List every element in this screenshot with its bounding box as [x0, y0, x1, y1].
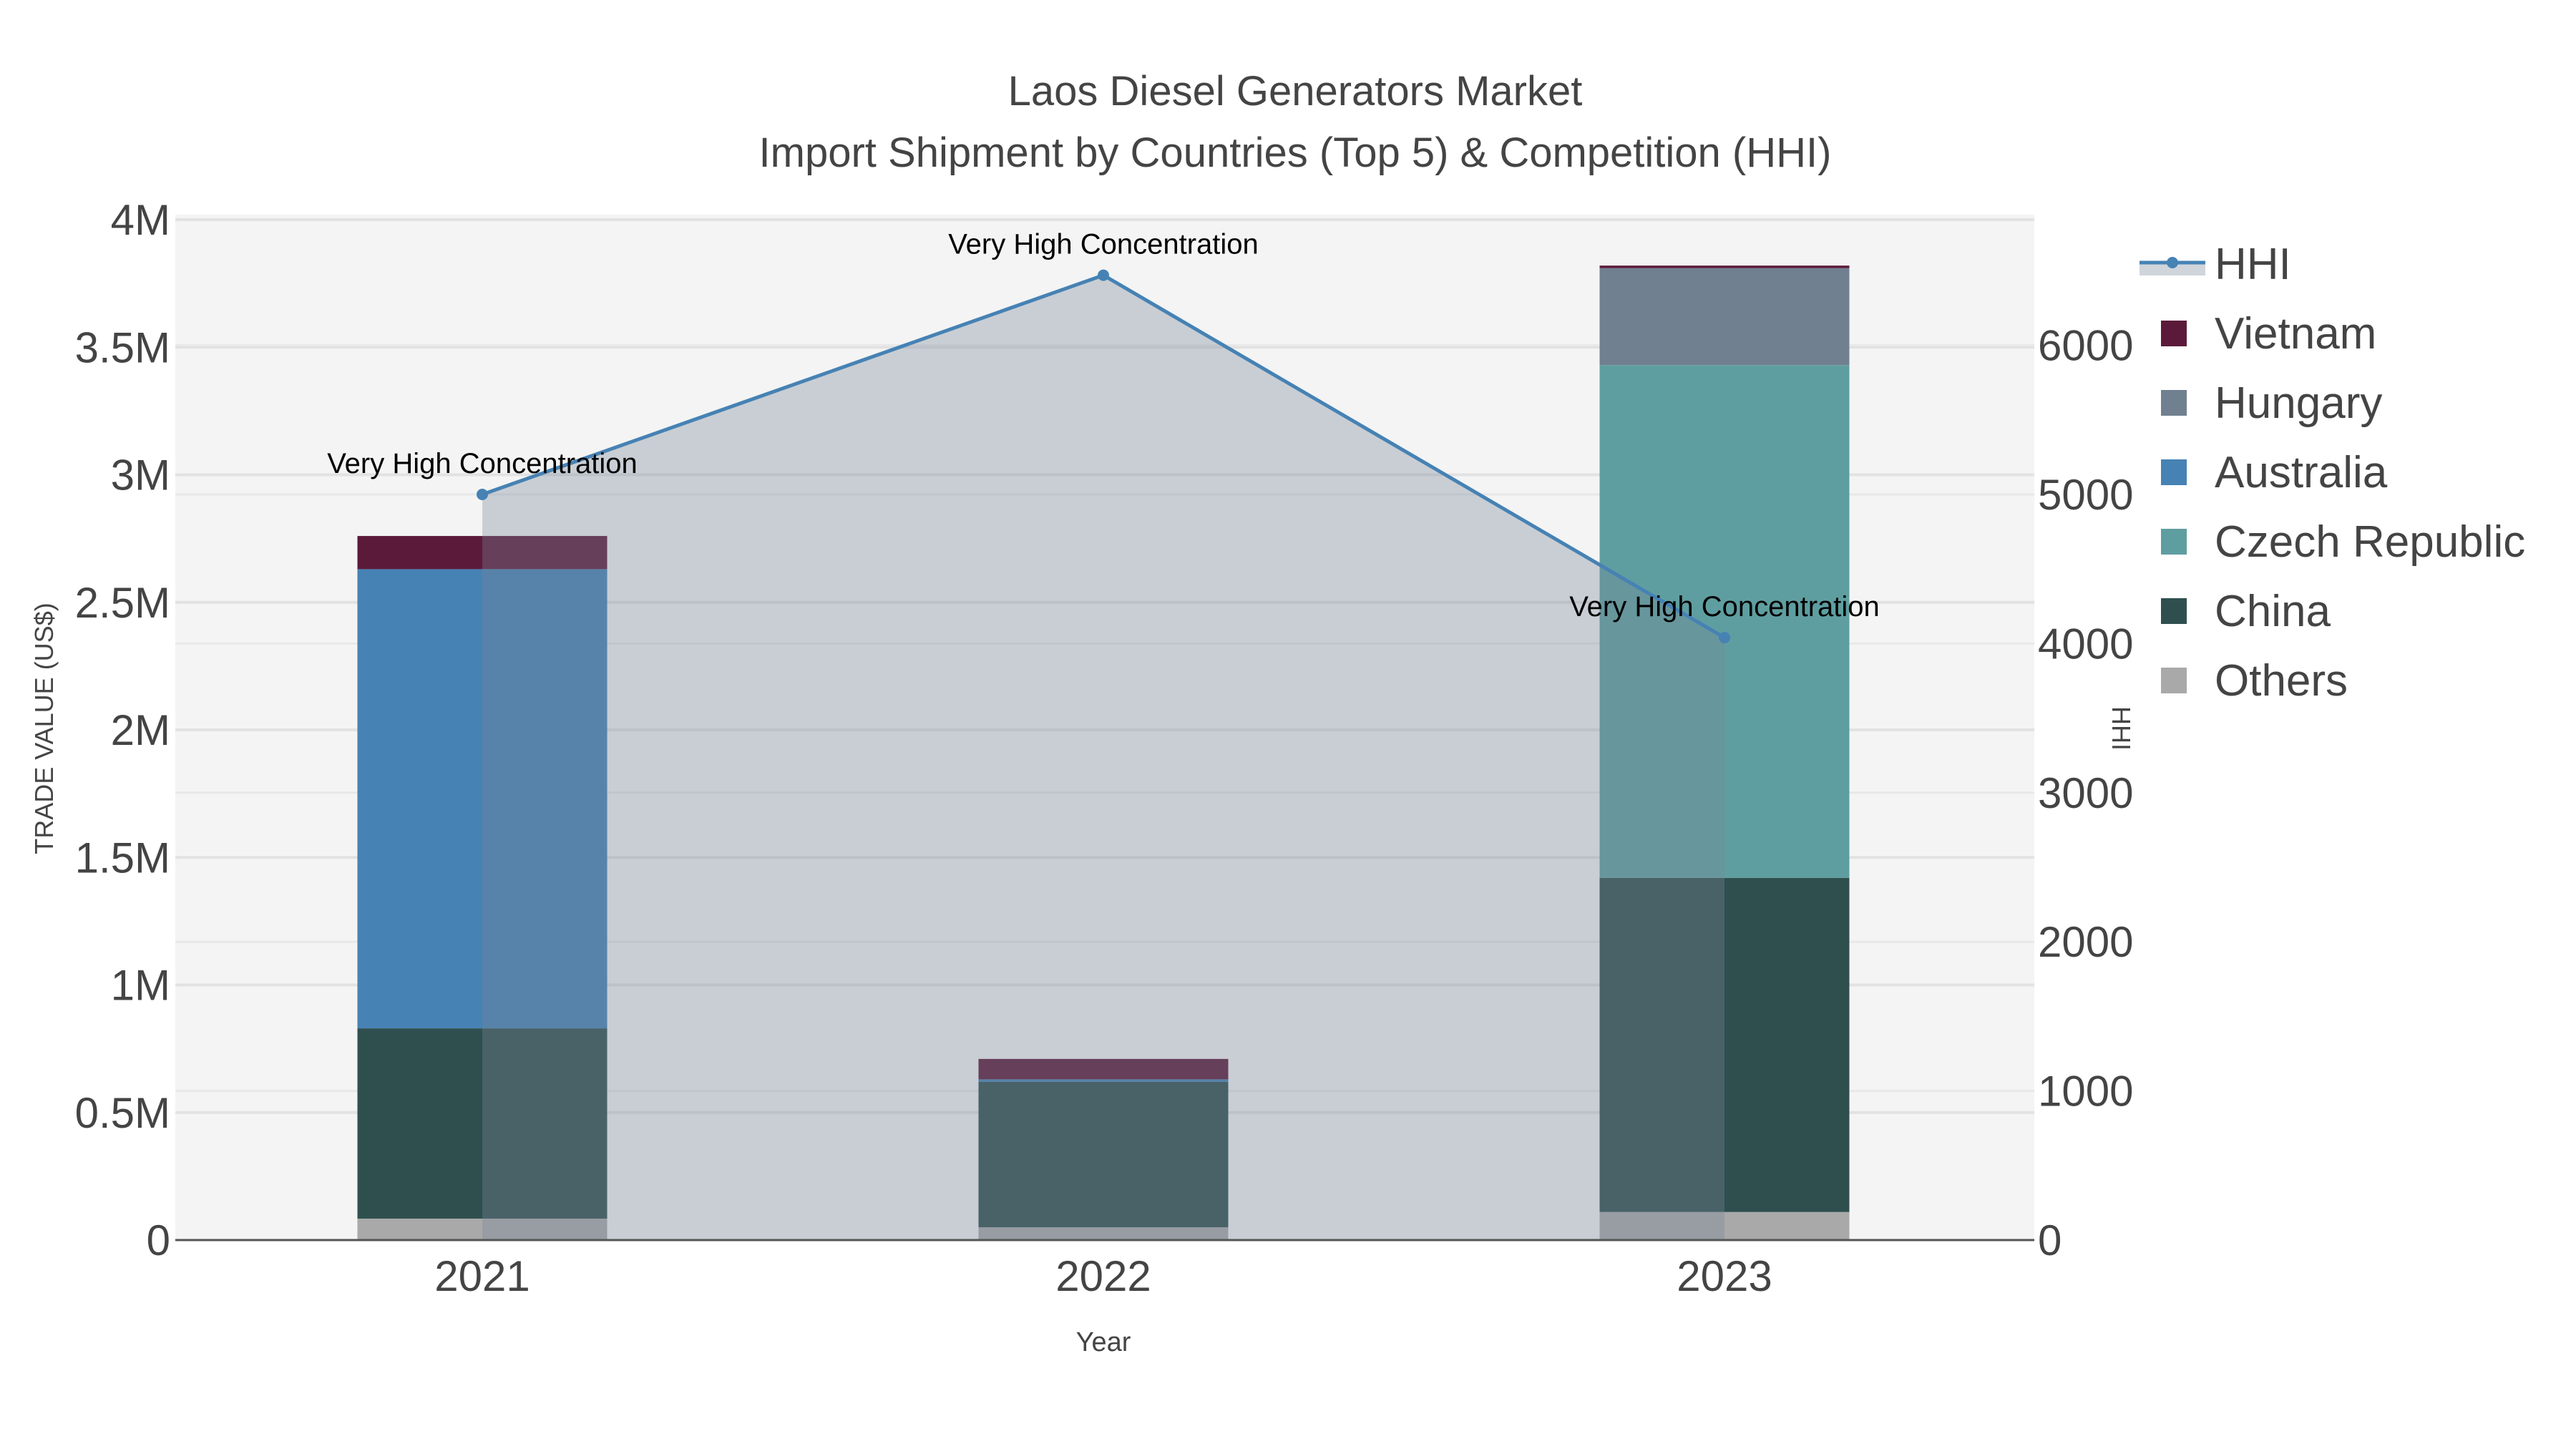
legend-label: HHI — [2215, 240, 2291, 289]
y-axis-ticks: 0 0.5M 1M 1.5M 2M 2.5M 3M 3.5M 4M — [75, 196, 170, 1264]
legend-swatch-hungary — [2161, 390, 2187, 416]
legend-label: Vietnam — [2215, 309, 2376, 358]
y2-axis-ticks: 0 1000 2000 3000 4000 5000 6000 — [2038, 322, 2133, 1264]
y2-tick-label: 4000 — [2038, 620, 2133, 668]
legend-label: China — [2215, 587, 2331, 636]
legend-swatch-others — [2161, 668, 2187, 693]
legend-swatch-china — [2161, 598, 2187, 624]
legend: HHI Vietnam Hungary Australia Czech Republic… — [2140, 240, 2525, 706]
annotation-label: Very High Concentration — [948, 229, 1259, 260]
x-tick-label: 2023 — [1677, 1252, 1772, 1300]
legend-swatch-czech-republic — [2161, 529, 2187, 555]
y-tick-label: 1M — [111, 962, 170, 1010]
legend-label: Hungary — [2215, 379, 2382, 428]
y2-axis-title: HHI — [2107, 706, 2136, 751]
hhi-point-2021 — [477, 489, 488, 500]
y2-tick-label: 0 — [2038, 1216, 2062, 1264]
legend-swatch-vietnam — [2161, 321, 2187, 346]
x-axis-ticks: 2021 2022 2023 — [434, 1252, 1772, 1300]
y2-tick-label: 6000 — [2038, 322, 2133, 370]
hhi-point-2023 — [1719, 632, 1730, 644]
annotation-label: Very High Concentration — [327, 448, 638, 479]
y-tick-label: 3.5M — [75, 323, 170, 371]
hhi-point-2022 — [1098, 269, 1109, 281]
annotation-label: Very High Concentration — [1569, 591, 1880, 623]
legend-label: Czech Republic — [2215, 517, 2525, 567]
bar-hungary-2023 — [1599, 268, 1850, 366]
legend-label: Others — [2215, 656, 2348, 706]
y2-tick-label: 5000 — [2038, 471, 2133, 519]
y-tick-label: 1.5M — [75, 834, 170, 882]
chart-subtitle: Import Shipment by Countries (Top 5) & C… — [759, 130, 1832, 176]
y-tick-label: 4M — [111, 196, 170, 244]
y2-tick-label: 1000 — [2038, 1068, 2133, 1116]
y2-tick-label: 3000 — [2038, 769, 2133, 817]
y-tick-label: 2.5M — [75, 579, 170, 627]
y-tick-label: 0 — [147, 1216, 170, 1264]
y-tick-label: 0.5M — [75, 1089, 170, 1137]
x-tick-label: 2021 — [434, 1252, 530, 1300]
x-tick-label: 2022 — [1055, 1252, 1151, 1300]
legend-hhi-marker — [2167, 257, 2178, 268]
x-axis-title: Year — [1076, 1327, 1131, 1357]
y-tick-label: 3M — [111, 452, 170, 499]
legend-swatch-australia — [2161, 459, 2187, 485]
y-axis-title: TRADE VALUE (US$) — [29, 602, 59, 854]
chart: 0 0.5M 1M 1.5M 2M 2.5M 3M 3.5M 4M 0 1000 2000 3000 4… — [29, 68, 2525, 1357]
y2-tick-label: 2000 — [2038, 918, 2133, 966]
y-tick-label: 2M — [111, 706, 170, 754]
chart-title: Laos Diesel Generators Market — [1008, 68, 1583, 114]
bar-vietnam-2023 — [1599, 265, 1850, 268]
legend-label: Australia — [2215, 448, 2388, 497]
